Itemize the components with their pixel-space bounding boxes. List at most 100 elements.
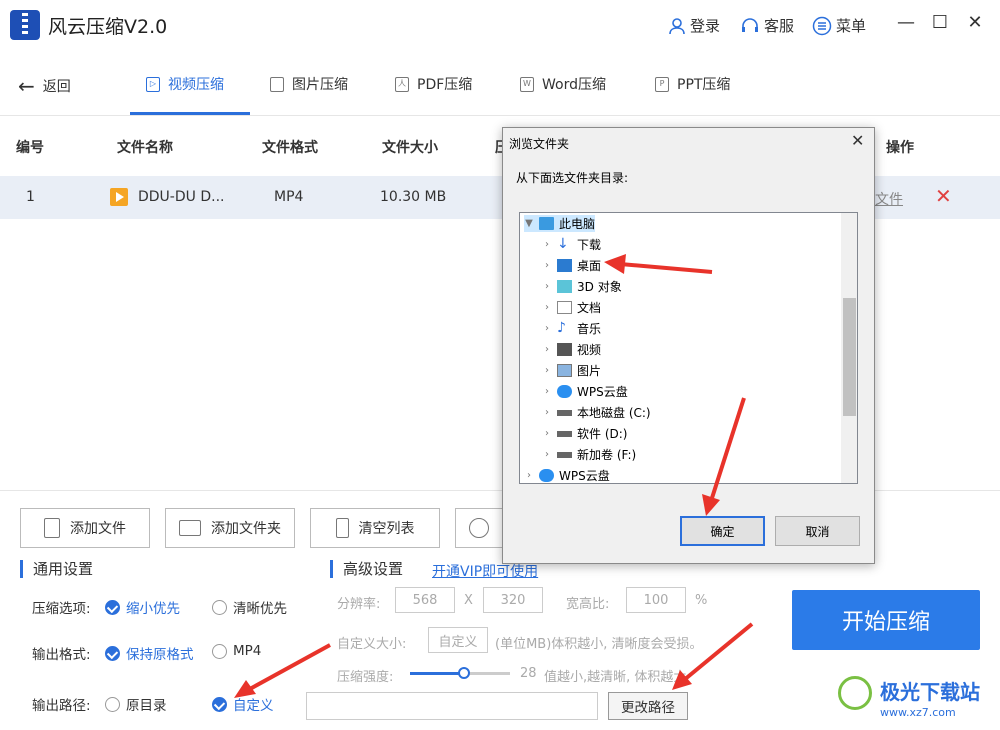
ppt-icon: P [655,76,669,92]
ratio-label: 宽高比: [566,597,610,612]
delete-row-icon[interactable]: ✕ [935,184,952,208]
tree-item-documents[interactable]: › 文档 [542,299,601,316]
change-path-button[interactable]: 更改路径 [608,692,688,720]
radio-clarity-first[interactable]: 清晰优先 [212,597,287,617]
tree-item-music[interactable]: › ♪ 音乐 [542,320,601,337]
arrow-left-icon: ← [18,74,35,98]
headset-icon [742,17,758,32]
dialog-ok-button[interactable]: 确定 [680,516,765,546]
maximize-button[interactable]: ☐ [930,13,950,33]
tree-item-drive-f[interactable]: › 新加卷 (F:) [542,446,636,463]
dialog-title: 浏览文件夹 [509,137,570,151]
tree-item-wps-cloud-root[interactable]: › WPS云盘 [524,467,610,483]
desktop-icon [557,259,572,272]
add-file-button[interactable]: 添加文件 [20,508,150,548]
service-button[interactable]: 客服 [740,15,794,36]
tree-label: 音乐 [577,322,602,336]
tab-word[interactable]: W Word压缩 [520,74,606,94]
col-size: 文件大小 [382,140,438,156]
document-icon [557,301,572,314]
radio-original-dir[interactable]: 原目录 [105,694,167,714]
app-logo-icon [10,10,40,40]
chevron-right-icon: › [545,365,549,376]
tree-item-downloads[interactable]: › ↓ 下载 [542,236,601,253]
add-folder-button[interactable]: 添加文件夹 [165,508,295,548]
row-open-file-link[interactable]: 文件 [875,189,903,209]
add-file-label: 添加文件 [70,521,126,537]
tree-item-drive-c[interactable]: › 本地磁盘 (C:) [542,404,651,421]
chevron-down-icon: ▼ [525,218,533,229]
chevron-right-icon: › [545,323,549,334]
app-title: 风云压缩V2.0 [48,16,168,38]
video-file-icon [110,188,128,206]
vip-link[interactable]: 开通VIP即可使用 [432,561,538,581]
tree-label: 3D 对象 [577,280,622,294]
resolution-width-input[interactable]: 568 [395,587,455,613]
ratio-unit: % [695,593,708,608]
tree-item-wps-cloud[interactable]: › WPS云盘 [542,383,628,400]
radio-checked-icon [212,696,227,712]
minimize-button[interactable]: — [896,13,916,33]
user-icon [669,17,685,34]
radio-unchecked-icon [105,696,120,712]
folder-tree[interactable]: ▼ 此电脑 › ↓ 下载 › 桌面 › 3D 对象 › 文档 › ♪ 音乐 › … [519,212,858,484]
tab-label: 图片压缩 [292,77,348,93]
radio-mp4[interactable]: MP4 [212,643,261,659]
drive-icon [557,430,572,437]
output-path-input[interactable] [306,692,598,720]
tree-label: WPS云盘 [559,469,610,483]
tree-scrollbar-thumb[interactable] [843,298,856,416]
dialog-cancel-button[interactable]: 取消 [775,516,860,546]
tree-item-videos[interactable]: › 视频 [542,341,601,358]
back-label: 返回 [42,79,71,95]
tree-item-drive-d[interactable]: › 软件 (D:) [542,425,627,442]
start-compress-button[interactable]: 开始压缩 [792,590,980,650]
tree-item-pictures[interactable]: › 图片 [542,362,601,379]
dialog-prompt: 从下面选文件夹目录: [516,171,629,185]
strength-hint: 值越小,越清晰, 体积越大 [544,670,687,685]
history-button[interactable] [455,508,503,548]
tree-label: 文档 [577,301,602,315]
add-folder-icon [179,520,201,536]
chevron-right-icon: › [545,260,549,271]
tree-item-this-pc[interactable]: ▼ 此电脑 [524,215,596,232]
back-button[interactable]: ← 返回 [18,74,71,98]
tab-image[interactable]: 图片压缩 [270,74,348,94]
strength-label: 压缩强度: [337,670,394,685]
tab-video[interactable]: ▷ 视频压缩 [146,74,224,94]
strength-slider-handle[interactable] [458,667,470,679]
tree-item-desktop[interactable]: › 桌面 [542,257,601,274]
drive-icon [557,451,572,458]
close-button[interactable]: ✕ [965,13,985,33]
resolution-height-input[interactable]: 320 [483,587,543,613]
custom-size-label: 自定义大小: [337,637,407,652]
tab-pdf[interactable]: 人 PDF压缩 [395,74,472,94]
custom-size-input[interactable]: 自定义 [428,627,488,653]
row-size: 10.30 MB [380,189,447,205]
trash-icon [335,518,349,538]
dialog-close-button[interactable]: ✕ [851,131,864,150]
output-path-label: 输出路径: [32,698,91,714]
tab-ppt[interactable]: P PPT压缩 [655,74,730,94]
cloud-icon [539,469,554,482]
radio-checked-icon [105,645,120,661]
tab-label: Word压缩 [542,77,606,93]
strength-value: 28 [520,666,537,681]
chevron-right-icon: › [545,386,549,397]
radio-custom-dir[interactable]: 自定义 [212,694,274,714]
music-icon: ♪ [557,320,566,336]
ratio-input[interactable]: 100 [626,587,686,613]
radio-keep-format[interactable]: 保持原格式 [105,643,194,663]
tree-label: 下载 [577,238,602,252]
video-icon: ▷ [146,76,160,92]
login-button[interactable]: 登录 [668,15,720,36]
chevron-right-icon: › [545,281,549,292]
tree-item-3d-objects[interactable]: › 3D 对象 [542,278,622,295]
radio-shrink-first[interactable]: 缩小优先 [105,597,180,617]
radio-label: 原目录 [126,698,167,714]
menu-button[interactable]: 菜单 [812,15,866,36]
compress-option-label: 压缩选项: [32,601,91,617]
word-icon: W [520,76,534,92]
col-index: 编号 [16,140,44,156]
clear-list-button[interactable]: 清空列表 [310,508,440,548]
